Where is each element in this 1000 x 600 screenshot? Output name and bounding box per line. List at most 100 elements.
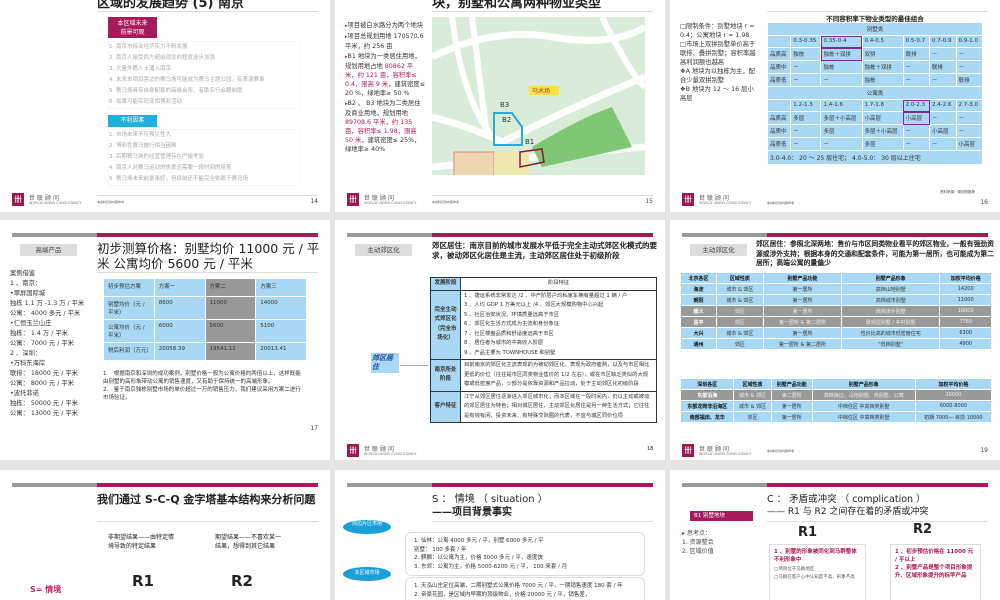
table-cell: 6000-8000: [914, 400, 993, 412]
page-number: 16: [980, 199, 988, 206]
table-cell: 郊区: [715, 338, 764, 350]
table-row: 南部福田、龙华 郊区 第一居所 中档住区 中高档类别墅 初期 7000— 目前 1000…: [679, 411, 993, 423]
table-cell: 20000: [914, 389, 993, 401]
table-cell: 联排: [929, 60, 957, 74]
table-cell: 税后利润（万元）: [103, 342, 155, 361]
table-cell: 8600: [153, 296, 206, 320]
table-cell: 11000: [939, 294, 992, 306]
table-cell: [766, 99, 792, 112]
table-cell: 加权平均价格: [914, 378, 993, 390]
divider: [432, 11, 653, 12]
table-cell: 5100: [255, 319, 307, 343]
table-cell: 中档住区 中高档类别墅: [811, 411, 916, 423]
table-row: 东部沿海 城市 & 郊区 第二居所 高档海边、山地别墅、类别墅、公寓 20000: [679, 389, 993, 401]
header-cell: 发展阶段: [430, 277, 461, 291]
bullet-item: ▸B1 地块为一类居住用地，规划用地占地 80862 平米，约 121 亩，容积…: [345, 52, 425, 98]
list-item: 2. 博彩性赛马施行相当困难: [109, 143, 177, 149]
table-cell: 别墅均价（元 / 平米）: [103, 296, 155, 320]
section-header-row: 别墅类: [767, 22, 983, 36]
list-item: 独栋： 50000 元 / 平米: [10, 400, 78, 407]
list-item: •仁恒玉兰山庄: [10, 320, 52, 327]
slide-22[interactable]: B1 别墅地块 C ： 矛盾或冲突 （ complication ） —— R1…: [670, 470, 1000, 600]
list-item: 1 、初步预估价格在 11000 元 / 平以上: [895, 549, 974, 563]
divider: [767, 11, 988, 12]
slide-15[interactable]: 块，别墅和公寓两种物业类型 ▸项目被白水路分为两个地块 ▸项目总规划用地 1705…: [335, 0, 665, 212]
stage-table: 发展阶段 阶段特征 完全主动式郊区化（完全市场化） 1 、捷运系统非常发达 /2 、…: [430, 277, 657, 423]
label-line: 本区域未来: [117, 20, 148, 27]
table-cell: 0.7-0.9: [929, 35, 957, 48]
table-cell: 4900: [939, 338, 992, 350]
table-cell: 多层＋小高层: [820, 111, 863, 125]
divider: [767, 521, 988, 522]
table-cell: 2.7-3.0: [955, 99, 983, 112]
table-cell: 朝阳: [680, 294, 717, 306]
case-list: 案例借鉴 1 、南京： •翠屏国际城 独栋 1.1 万 -1.3 万 / 平米 公寓： …: [10, 269, 92, 419]
table-cell: 多层＋小高层: [861, 124, 904, 138]
list-item: 1. 根据南京和深圳的成功案例，别墅价格一般为公寓价格的两倍以上，这样既能由别墅…: [103, 371, 301, 385]
point-item: 区域价值: [689, 548, 714, 555]
table-cell: －: [955, 124, 983, 138]
table-row: 大兴 城市 & 郊区 第一居所 性价比高的城市低密度住宅 6300: [680, 327, 992, 339]
plot-b1: B1: [525, 138, 535, 146]
list-item: 1 、南京：: [10, 280, 42, 287]
stage-cell: 客户特征: [430, 390, 461, 423]
table-cell: 6300: [939, 327, 992, 339]
table-row: 朝阳 城市 & 郊区 第一居所 高档城市别墅 11000: [680, 294, 992, 306]
slide-14[interactable]: 区域的发展趋势 (5) 南京 本区域未来 前景可观 1. 南京市综合经济实力不断…: [0, 0, 330, 212]
price-table: 初步预估方案 方案一 方案二 方案三 别墅均价（元 / 平米） 8600 11000 1400…: [103, 278, 307, 361]
header-row: 深圳各区 区域性质 别墅产品功能 别墅产品形象 加权平均价格: [679, 378, 993, 390]
conditions-list: □限制条件：别墅地块 r = 0.4；公寓地块 r = 1.98 □市场上双拼别墅…: [680, 22, 758, 103]
table-cell: 11000: [204, 296, 257, 320]
list-item: 5. 赛马场具有自身配套的高级会所，有助实行会籍制度: [109, 88, 243, 94]
table-cell: 加权平均价格: [939, 272, 992, 284]
table-cell: 城市 & 郊区: [715, 283, 764, 295]
r1-label: R1: [798, 525, 818, 540]
table-cell: 2.4-2.6: [929, 99, 957, 112]
list-item: 2 、深圳：: [10, 350, 42, 357]
shenzhen-table: 深圳各区 区域性质 别墅产品功能 别墅产品形象 加权平均价格 东部沿海 城市 & 郊区 第二居…: [679, 378, 993, 423]
table-cell: 第一居所 & 第二居所: [762, 316, 843, 328]
situation-label: S= 情境: [30, 585, 62, 594]
table-row: 通州 郊区 第一居所 & 第二居所 “低档别墅” 4900: [680, 338, 992, 350]
table-cell: 小高层: [929, 124, 957, 138]
divider: [432, 521, 653, 522]
bullet-text: 项目被白水路分为两个地块: [347, 22, 424, 29]
table-cell: 大兴: [680, 327, 717, 339]
list-item: 8 、居住者为城市的中高收入阶层: [464, 340, 544, 346]
slide-21[interactable]: S ： 情境 （ situation ） ——项目背景事实 周边片区市场 本区域…: [335, 470, 665, 600]
slide-19[interactable]: 主动郊区化 郊区居住：参照北深两地：售价与市区同类物业看平的郊区物业，一般有强劲…: [670, 220, 1000, 460]
footnote-row: 3.0-4.0： 20 ～ 25 层住宅； 4.0-5.0： 30 层以上住宅: [767, 150, 983, 165]
thinking-points: ▸ 思考点： 1. 资源整合 2. 区域价值: [682, 530, 714, 555]
r1-description: 非期望结果——由特定情境导致的特定结果: [108, 534, 175, 550]
list-item: 4. 南京人对赛马运动的热爱还需要一段时间的培育: [109, 165, 232, 171]
table-cell: 5600: [204, 319, 257, 343]
header-cell: 阶段特征: [460, 277, 657, 291]
table-cell: 小高层: [955, 137, 983, 151]
slide-title: 我们通过 S-C-Q 金字塔基本结构来分析问题: [97, 493, 316, 506]
project-bullets: ▸项目被白水路分为两个地块 ▸项目总规划用地 170570.6 平米，约 256 …: [345, 21, 425, 155]
r1-main-point: 1 、别墅的形象被同化到马群整体不利形象中: [774, 549, 857, 563]
list-item: 别墅： 100 多套 / 年: [414, 546, 467, 553]
slide-20[interactable]: 我们通过 S-C-Q 金字塔基本结构来分析问题 非期望结果——由特定情境导致的特…: [0, 470, 330, 600]
slide-17[interactable]: 高端产品 初步测算价格：别墅均价 11000 元 / 平米 公寓均价 5600 …: [0, 220, 330, 460]
table-cell: －: [955, 60, 983, 74]
table-cell: 别墅产品功能: [762, 272, 843, 284]
table-cell: －: [902, 124, 931, 138]
table-cell: 东部沿海: [679, 389, 735, 401]
divider: [97, 521, 318, 522]
list-item: 4. 未来本项目旁边的赛马场可能成为赛马主题公园，有表演赛事: [109, 77, 265, 83]
callout-local-market: 本区域市场: [343, 567, 391, 581]
company-logo: 卌世联顾问 WORLD UNION CONSULTANCY: [347, 444, 417, 458]
slide-16[interactable]: □限制条件：别墅地块 r = 0.4；公寓地块 r = 1.98 □市场上双拼别墅…: [670, 0, 1000, 212]
table-cell: 深圳各区: [679, 378, 735, 390]
divider: [97, 272, 318, 273]
table-cell: 高档海边、山地别墅、类别墅、公寓: [811, 389, 916, 401]
table-cell: 独栋: [790, 47, 822, 61]
table-cell: 城市 & 郊区: [733, 400, 772, 412]
table-cell: 别墅产品形象: [841, 272, 941, 284]
slide-18[interactable]: 主动郊区化 郊区居住：南京目前的城市发展水平低于完全主动式郊区化模式的要求，被动…: [335, 220, 665, 460]
table-cell: 城市 & 郊区: [715, 327, 764, 339]
table-cell: 品质低: [766, 73, 792, 87]
points-heading: 思考点：: [686, 530, 711, 537]
section-tag: B1 别墅地块: [690, 511, 753, 521]
